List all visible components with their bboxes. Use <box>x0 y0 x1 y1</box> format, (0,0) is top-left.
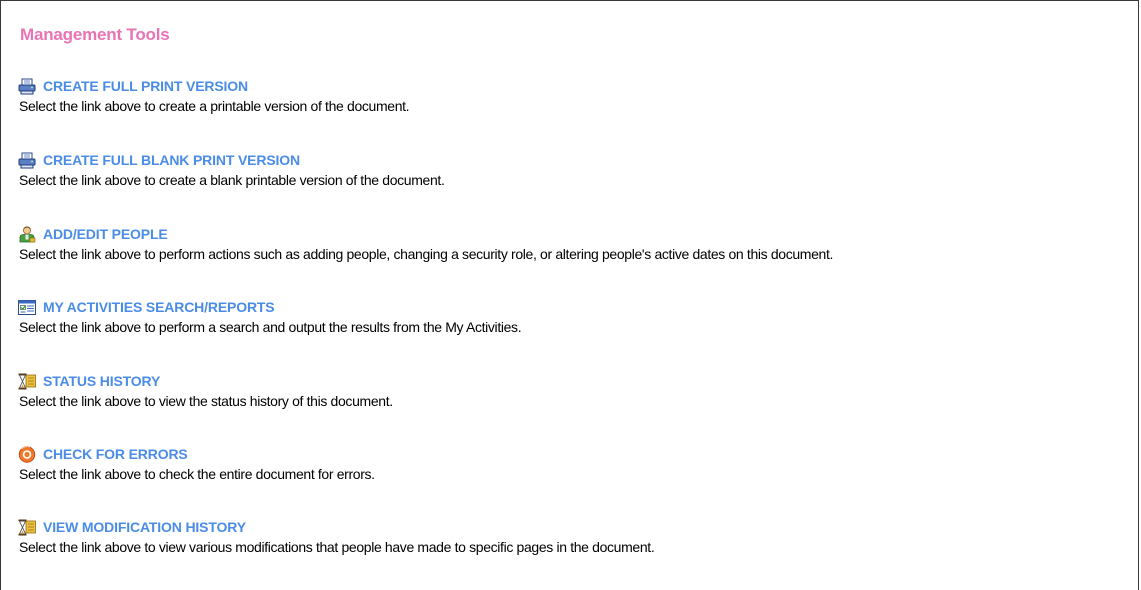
tool-description: Select the link above to view the status… <box>19 393 393 409</box>
tool-link-label: MY ACTIVITIES SEARCH/REPORTS <box>43 299 275 315</box>
activity-report-icon <box>18 299 36 316</box>
management-tools-panel: Management Tools CREATE FULL PRINT VERSI… <box>0 0 1139 590</box>
my-activities-search-reports-link[interactable]: MY ACTIVITIES SEARCH/REPORTS <box>18 298 521 316</box>
tool-description: Select the link above to view various mo… <box>19 539 655 555</box>
panel-title: Management Tools <box>20 25 170 44</box>
tool-description: Select the link above to check the entir… <box>19 466 375 482</box>
printer-icon <box>18 78 36 95</box>
tool-description: Select the link above to create a blank … <box>19 172 445 188</box>
tool-item-view-modification-history: VIEW MODIFICATION HISTORY Select the lin… <box>18 518 655 555</box>
create-full-print-version-link[interactable]: CREATE FULL PRINT VERSION <box>18 77 409 95</box>
tool-description: Select the link above to create a printa… <box>19 98 410 114</box>
tool-link-label: CREATE FULL BLANK PRINT VERSION <box>43 152 300 168</box>
tool-item-my-activities-search-reports: MY ACTIVITIES SEARCH/REPORTS Select the … <box>18 298 522 335</box>
tool-item-create-full-blank-print-version: CREATE FULL BLANK PRINT VERSION Select t… <box>18 151 445 188</box>
check-for-errors-link[interactable]: CHECK FOR ERRORS <box>18 445 375 463</box>
tool-link-label: ADD/EDIT PEOPLE <box>43 226 168 242</box>
tool-description: Select the link above to perform actions… <box>19 246 834 262</box>
tool-link-label: VIEW MODIFICATION HISTORY <box>43 519 246 535</box>
add-edit-people-link[interactable]: ADD/EDIT PEOPLE <box>18 225 833 243</box>
printer-icon <box>18 152 36 169</box>
tool-item-create-full-print-version: CREATE FULL PRINT VERSION Select the lin… <box>18 77 410 114</box>
error-check-icon <box>18 445 36 463</box>
tool-link-label: CHECK FOR ERRORS <box>43 446 188 462</box>
view-modification-history-link[interactable]: VIEW MODIFICATION HISTORY <box>18 518 654 536</box>
tool-description: Select the link above to perform a searc… <box>19 319 522 335</box>
tool-item-check-for-errors: CHECK FOR ERRORS Select the link above t… <box>18 445 375 482</box>
tool-link-label: CREATE FULL PRINT VERSION <box>43 78 248 94</box>
tool-link-label: STATUS HISTORY <box>43 373 161 389</box>
tool-item-add-edit-people: ADD/EDIT PEOPLE Select the link above to… <box>18 225 833 262</box>
tool-item-status-history: STATUS HISTORY Select the link above to … <box>18 372 393 409</box>
create-full-blank-print-version-link[interactable]: CREATE FULL BLANK PRINT VERSION <box>18 151 445 169</box>
hourglass-history-icon <box>18 373 36 390</box>
status-history-link[interactable]: STATUS HISTORY <box>18 372 393 390</box>
person-icon <box>18 226 36 243</box>
hourglass-history-icon <box>18 519 36 536</box>
